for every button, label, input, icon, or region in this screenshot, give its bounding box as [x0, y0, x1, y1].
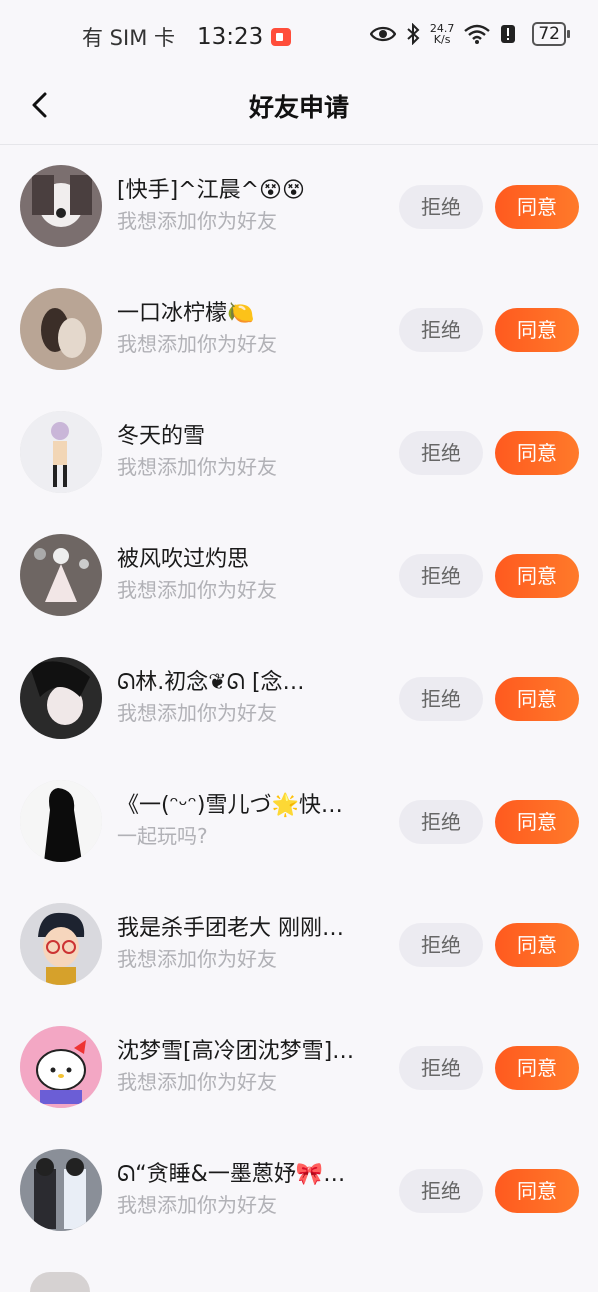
request-info: 我是杀手团老大 刚刚… 我想添加你为好友 — [117, 915, 387, 971]
status-bar: 有 SIM 卡 13:23 24.7 K/s 72 — [0, 0, 598, 70]
user-name: 我是杀手团老大 刚刚… — [117, 916, 344, 941]
reject-button[interactable]: 拒绝 — [399, 1169, 483, 1213]
reject-button[interactable]: 拒绝 — [399, 554, 483, 598]
request-message: 我想添加你为好友 — [117, 1070, 277, 1094]
status-right: 24.7 K/s 72 — [369, 22, 570, 46]
user-name: [快手]^江晨^😵😵 — [117, 178, 305, 203]
net-speed: 24.7 K/s — [430, 23, 455, 45]
user-name: 沈梦雪[高冷团沈梦雪]… — [117, 1039, 355, 1064]
net-speed-unit: K/s — [433, 33, 451, 46]
user-name: ᘏ“贪睡&一墨蒽妤🎀… — [117, 1162, 346, 1187]
request-message: 我想添加你为好友 — [117, 947, 277, 971]
wifi-icon — [464, 24, 491, 44]
request-info: 被风吹过灼思 我想添加你为好友 — [117, 546, 387, 602]
user-name: 被风吹过灼思 — [117, 547, 250, 572]
request-info: ᘏ林.初念❦ᘏ [念… 我想添加你为好友 — [117, 669, 387, 725]
reject-button[interactable]: 拒绝 — [399, 1046, 483, 1090]
request-message: 我想添加你为好友 — [117, 1193, 277, 1217]
request-message: 我想添加你为好友 — [117, 701, 277, 725]
request-info: 沈梦雪[高冷团沈梦雪]… 我想添加你为好友 — [117, 1038, 387, 1094]
friend-request-list: [快手]^江晨^😵😵 我想添加你为好友 拒绝 同意 一口冰柠檬🍋 我想添加你为好… — [0, 145, 598, 1252]
accept-button[interactable]: 同意 — [495, 800, 579, 844]
avatar[interactable] — [20, 411, 102, 493]
request-message: 一起玩吗? — [117, 824, 208, 848]
list-item: 一口冰柠檬🍋 我想添加你为好友 拒绝 同意 — [0, 268, 598, 391]
reject-button[interactable]: 拒绝 — [399, 923, 483, 967]
list-item: ᘏ林.初念❦ᘏ [念… 我想添加你为好友 拒绝 同意 — [0, 637, 598, 760]
request-message: 我想添加你为好友 — [117, 578, 277, 602]
accept-button[interactable]: 同意 — [495, 431, 579, 475]
avatar[interactable] — [20, 903, 102, 985]
eye-icon — [369, 26, 396, 42]
list-item: 被风吹过灼思 我想添加你为好友 拒绝 同意 — [0, 514, 598, 637]
avatar[interactable] — [20, 1149, 102, 1231]
reject-button[interactable]: 拒绝 — [399, 677, 483, 721]
avatar[interactable] — [20, 1026, 102, 1108]
accept-button[interactable]: 同意 — [495, 308, 579, 352]
reject-button[interactable]: 拒绝 — [399, 185, 483, 229]
avatar[interactable] — [20, 780, 102, 862]
reject-button[interactable]: 拒绝 — [399, 308, 483, 352]
list-item: 冬天的雪 我想添加你为好友 拒绝 同意 — [0, 391, 598, 514]
screen-record-icon — [271, 28, 292, 46]
clock: 13:23 — [197, 24, 264, 50]
accept-button[interactable]: 同意 — [495, 1169, 579, 1213]
nav-header: 好友申请 — [0, 70, 598, 145]
page-title: 好友申请 — [248, 93, 349, 122]
user-name: ᘏ林.初念❦ᘏ [念… — [117, 670, 305, 695]
request-info: 冬天的雪 我想添加你为好友 — [117, 423, 387, 479]
avatar[interactable] — [30, 1272, 90, 1292]
request-info: [快手]^江晨^😵😵 我想添加你为好友 — [117, 177, 387, 233]
request-message: 我想添加你为好友 — [117, 455, 277, 479]
avatar[interactable] — [20, 165, 102, 247]
accept-button[interactable]: 同意 — [495, 677, 579, 721]
carrier-label: 有 SIM 卡 — [82, 26, 175, 50]
accept-button[interactable]: 同意 — [495, 1046, 579, 1090]
list-item: 我是杀手团老大 刚刚… 我想添加你为好友 拒绝 同意 — [0, 883, 598, 1006]
request-message: 我想添加你为好友 — [117, 209, 277, 233]
avatar[interactable] — [20, 534, 102, 616]
reject-button[interactable]: 拒绝 — [399, 800, 483, 844]
accept-button[interactable]: 同意 — [495, 554, 579, 598]
bluetooth-icon — [407, 23, 420, 45]
request-info: 《一(ᵔᵕᵔ)雪儿づ🌟快… 一起玩吗? — [117, 792, 387, 848]
user-name: 一口冰柠檬🍋 — [117, 301, 255, 326]
list-item: 《一(ᵔᵕᵔ)雪儿づ🌟快… 一起玩吗? 拒绝 同意 — [0, 760, 598, 883]
alert-icon — [501, 25, 516, 43]
avatar[interactable] — [20, 288, 102, 370]
user-name: 《一(ᵔᵕᵔ)雪儿づ🌟快… — [117, 793, 343, 818]
battery-indicator: 72 — [532, 22, 570, 46]
list-item: [快手]^江晨^😵😵 我想添加你为好友 拒绝 同意 — [0, 145, 598, 268]
request-info: ᘏ“贪睡&一墨蒽妤🎀… 我想添加你为好友 — [117, 1161, 387, 1217]
reject-button[interactable]: 拒绝 — [399, 431, 483, 475]
accept-button[interactable]: 同意 — [495, 923, 579, 967]
list-item: ᘏ“贪睡&一墨蒽妤🎀… 我想添加你为好友 拒绝 同意 — [0, 1129, 598, 1252]
avatar[interactable] — [20, 657, 102, 739]
list-item: 沈梦雪[高冷团沈梦雪]… 我想添加你为好友 拒绝 同意 — [0, 1006, 598, 1129]
status-left: 有 SIM 卡 13:23 — [82, 22, 292, 52]
request-message: 我想添加你为好友 — [117, 332, 277, 356]
request-info: 一口冰柠檬🍋 我想添加你为好友 — [117, 300, 387, 356]
accept-button[interactable]: 同意 — [495, 185, 579, 229]
user-name: 冬天的雪 — [117, 424, 206, 449]
